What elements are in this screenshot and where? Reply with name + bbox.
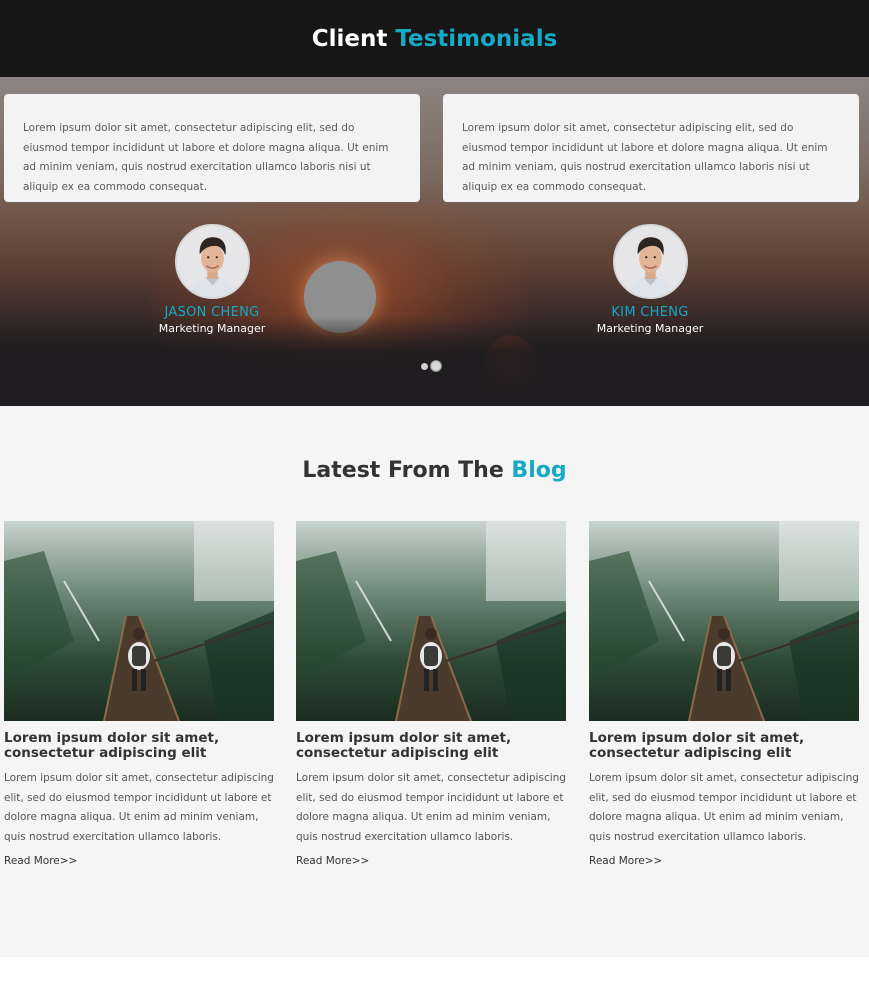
blog-post-2: Lorem ipsum dolor sit amet, consectetur … bbox=[296, 521, 566, 869]
blog-post-title: Lorem ipsum dolor sit amet, consectetur … bbox=[589, 730, 805, 761]
blog-post-title: Lorem ipsum dolor sit amet, consectetur … bbox=[296, 730, 512, 761]
blog-post-1: Lorem ipsum dolor sit amet, consectetur … bbox=[4, 521, 274, 869]
blog-heading: Latest From The Blog bbox=[0, 458, 869, 483]
testimonial-author-1: JASON CHENG Marketing Manager bbox=[112, 224, 312, 335]
carousel-dot-2[interactable] bbox=[431, 361, 441, 371]
blog-post-title: Lorem ipsum dolor sit amet, consectetur … bbox=[4, 730, 220, 761]
page-bottom-spacer bbox=[0, 957, 869, 1001]
blog-thumbnail[interactable] bbox=[4, 521, 274, 721]
read-more-link[interactable]: Read More>> bbox=[589, 855, 662, 867]
testimonials-section: Lorem ipsum dolor sit amet, consectetur … bbox=[0, 77, 869, 406]
testimonial-author-2: KIM CHENG Marketing Manager bbox=[550, 224, 750, 335]
author-name: JASON CHENG bbox=[164, 305, 260, 320]
author-role: Marketing Manager bbox=[596, 322, 704, 335]
blog-section: Latest From The Blog Lorem ipsum dolor s… bbox=[0, 406, 869, 957]
carousel-dot-1[interactable] bbox=[421, 362, 428, 370]
avatar bbox=[174, 224, 250, 299]
blog-heading-main: Latest From The bbox=[302, 458, 504, 483]
blog-post-excerpt: Lorem ipsum dolor sit amet, consectetur … bbox=[589, 772, 859, 843]
blog-heading-accent: Blog bbox=[511, 458, 567, 483]
blog-post-excerpt: Lorem ipsum dolor sit amet, consectetur … bbox=[4, 772, 274, 843]
blog-thumbnail[interactable] bbox=[296, 521, 566, 721]
blog-post-3: Lorem ipsum dolor sit amet, consectetur … bbox=[589, 521, 859, 869]
carousel-pager bbox=[421, 361, 441, 371]
read-more-link[interactable]: Read More>> bbox=[296, 855, 369, 867]
avatar bbox=[612, 224, 688, 299]
testimonial-quote: Lorem ipsum dolor sit amet, consectetur … bbox=[462, 122, 828, 193]
author-name: KIM CHENG bbox=[611, 305, 689, 320]
testimonials-heading-main: Client bbox=[311, 25, 388, 52]
testimonials-heading: Client Testimonials bbox=[312, 26, 558, 52]
testimonial-quote: Lorem ipsum dolor sit amet, consectetur … bbox=[23, 122, 389, 193]
testimonials-heading-accent: Testimonials bbox=[395, 25, 558, 52]
author-role: Marketing Manager bbox=[158, 322, 266, 335]
testimonials-header: Client Testimonials bbox=[0, 0, 869, 77]
testimonial-card-2: Lorem ipsum dolor sit amet, consectetur … bbox=[443, 94, 859, 202]
read-more-link[interactable]: Read More>> bbox=[4, 855, 77, 867]
testimonial-card-1: Lorem ipsum dolor sit amet, consectetur … bbox=[4, 94, 420, 202]
blog-post-excerpt: Lorem ipsum dolor sit amet, consectetur … bbox=[296, 772, 566, 843]
blog-thumbnail[interactable] bbox=[589, 521, 859, 721]
